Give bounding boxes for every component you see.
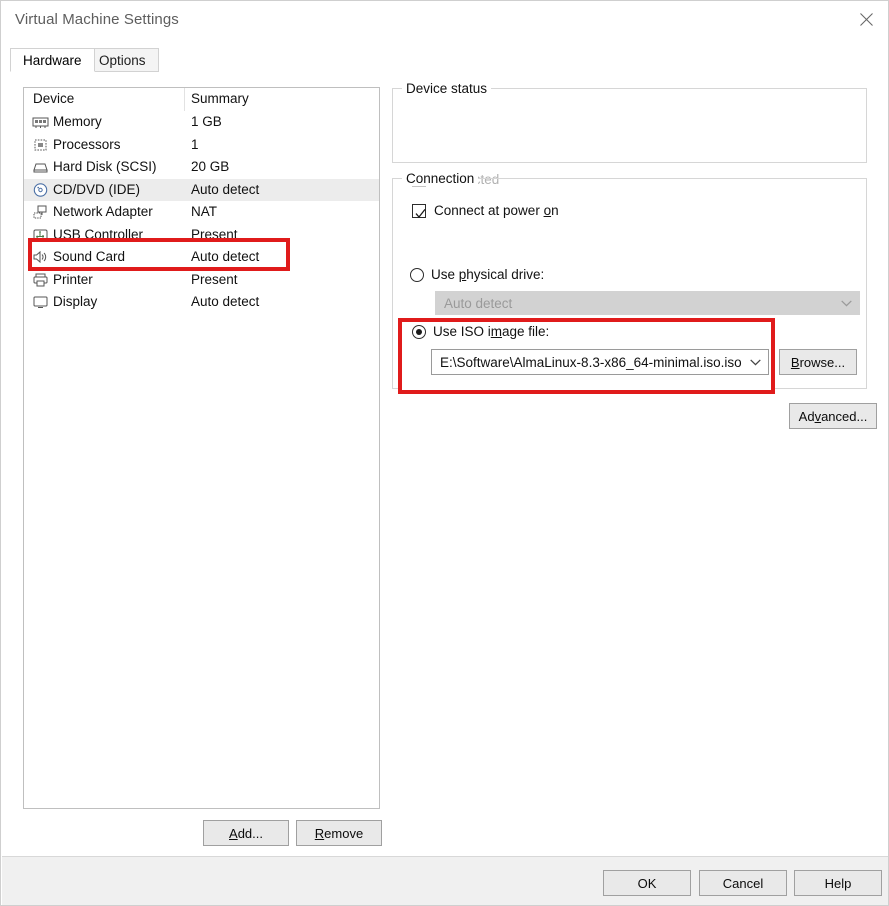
page-title: Virtual Machine Settings	[15, 11, 179, 28]
tab-options[interactable]: Options	[86, 48, 159, 72]
list-item-summary: NAT	[191, 204, 217, 219]
list-item[interactable]: USB Controller Present	[24, 224, 379, 247]
list-item-name: CD/DVD (IDE)	[53, 181, 140, 197]
use-iso-image-radio[interactable]: Use ISO image file:	[412, 324, 549, 339]
physical-drive-value: Auto detect	[444, 295, 513, 311]
list-item-summary: 1	[191, 136, 199, 152]
harddisk-icon	[32, 159, 49, 175]
list-item-name: Network Adapter	[53, 204, 153, 219]
list-item-name: Sound Card	[53, 249, 126, 264]
tab-options-label: Options	[99, 52, 146, 68]
ok-button[interactable]: OK	[603, 870, 691, 896]
column-header-device: Device	[33, 91, 75, 106]
device-status-legend: Device status	[402, 81, 492, 96]
dialog-footer: OK Cancel Help	[2, 856, 888, 905]
list-item-summary: Auto detect	[191, 249, 260, 264]
chevron-down-icon	[833, 299, 859, 307]
device-status-group: Device status	[392, 81, 867, 163]
add-button[interactable]: Add...	[203, 820, 289, 846]
list-item[interactable]: Network Adapter NAT	[24, 201, 379, 224]
list-item[interactable]: Display Auto detect	[24, 291, 379, 314]
list-item-name: Processors	[53, 136, 121, 152]
list-item-summary: Present	[191, 271, 238, 287]
display-icon	[32, 294, 49, 310]
list-item[interactable]: Printer Present	[24, 269, 379, 292]
column-divider	[184, 88, 185, 111]
use-physical-drive-label: Use physical drive:	[431, 267, 545, 282]
use-iso-image-label: Use ISO image file:	[433, 324, 550, 339]
close-icon[interactable]	[843, 1, 888, 38]
physical-drive-dropdown: Auto detect	[435, 291, 860, 315]
processor-icon	[32, 137, 49, 153]
list-item-name: Hard Disk (SCSI)	[53, 159, 157, 174]
usb-icon	[32, 227, 49, 243]
iso-path-dropdown[interactable]: E:\Software\AlmaLinux-8.3-x86_64-minimal…	[431, 349, 769, 375]
list-item[interactable]: Processors 1	[24, 134, 379, 157]
radio-box	[410, 267, 424, 282]
use-physical-drive-radio[interactable]: Use physical drive:	[410, 267, 544, 282]
tab-hardware-label: Hardware	[23, 52, 82, 68]
network-icon	[32, 204, 49, 220]
iso-path-value: E:\Software\AlmaLinux-8.3-x86_64-minimal…	[440, 354, 742, 370]
device-list-header: Device Summary	[24, 88, 379, 111]
connection-legend: Connection	[402, 171, 479, 186]
device-list[interactable]: Device Summary Memory 1 GB Processors 1 …	[23, 87, 380, 809]
printer-icon	[32, 272, 49, 288]
tab-hardware[interactable]: Hardware	[10, 48, 95, 72]
list-item-summary: 1 GB	[191, 114, 222, 129]
list-item[interactable]: Memory 1 GB	[24, 111, 379, 134]
cancel-button[interactable]: Cancel	[699, 870, 787, 896]
list-item-name: USB Controller	[53, 226, 144, 242]
list-item-summary: Auto detect	[191, 294, 260, 309]
memory-icon	[32, 114, 49, 130]
radio-box	[412, 324, 426, 339]
help-button[interactable]: Help	[794, 870, 882, 896]
list-item-cddvd[interactable]: CD/DVD (IDE) Auto detect	[24, 178, 379, 201]
list-item[interactable]: Sound Card Auto detect	[24, 246, 379, 269]
list-item-name: Memory	[53, 114, 102, 129]
advanced-button[interactable]: Ad v anced...	[789, 403, 877, 429]
virtual-machine-settings-dialog: Virtual Machine Settings Hardware Option…	[0, 0, 889, 906]
list-item-name: Printer	[53, 271, 93, 287]
tab-strip: Hardware Options	[10, 48, 881, 73]
remove-button[interactable]: Remove	[296, 820, 382, 846]
title-bar: Virtual Machine Settings	[1, 1, 888, 39]
list-item-name: Display	[53, 294, 98, 309]
sound-icon	[32, 249, 49, 265]
list-item-summary: 20 GB	[191, 159, 230, 174]
column-header-summary: Summary	[191, 91, 249, 106]
chevron-down-icon[interactable]	[742, 358, 768, 366]
list-item-summary: Auto detect	[191, 181, 260, 197]
browse-button[interactable]: Browse...	[779, 349, 857, 375]
hardware-panel: Device Summary Memory 1 GB Processors 1 …	[10, 72, 881, 855]
list-item[interactable]: Hard Disk (SCSI) 20 GB	[24, 156, 379, 179]
list-item-summary: Present	[191, 226, 238, 242]
cddvd-icon	[32, 182, 49, 198]
